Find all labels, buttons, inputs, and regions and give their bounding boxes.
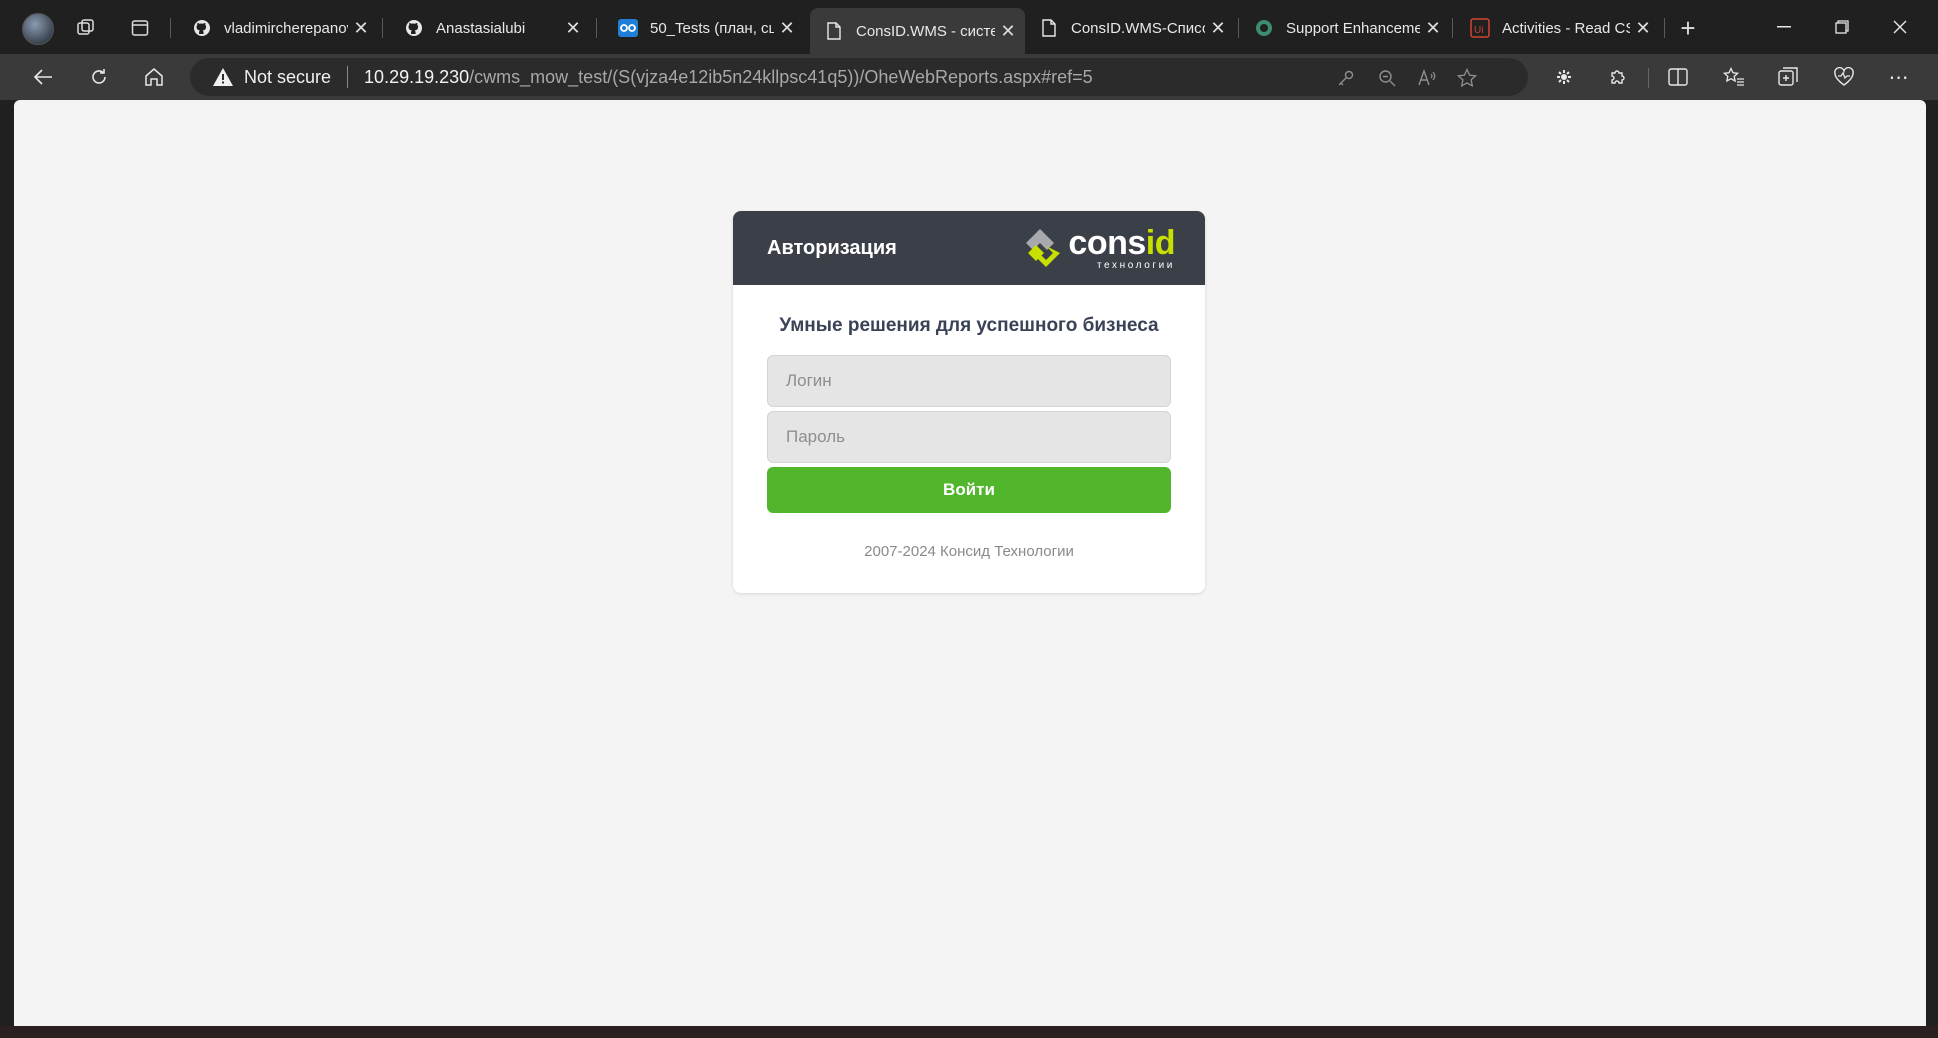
login-header: Авторизация consid технологии — [733, 211, 1205, 285]
consid-logo-mark-icon — [1026, 229, 1061, 267]
slogan: Умные решения для успешного бизнеса — [779, 315, 1159, 336]
github-icon — [192, 18, 212, 38]
close-tab-icon[interactable]: ✕ — [1205, 18, 1231, 39]
close-window-icon[interactable] — [1880, 12, 1920, 42]
tab-support-enhancement[interactable]: Support Enhancement ✕ — [1240, 10, 1450, 46]
browser-toolbar: Not secure 10.29.19.230/cwms_mow_test/(S… — [0, 54, 1938, 100]
close-tab-icon[interactable]: ✕ — [560, 18, 586, 39]
login-button[interactable]: Войти — [767, 467, 1171, 513]
minimize-icon[interactable] — [1764, 12, 1804, 42]
home-icon[interactable] — [139, 62, 169, 92]
gear-icon[interactable] — [1549, 62, 1579, 92]
tab-title: 50_Tests (план, сценарии) — [650, 19, 774, 37]
tab-title: Anastasialubi — [436, 19, 526, 37]
github-icon — [404, 18, 424, 38]
logo-subtitle: технологии — [1096, 259, 1175, 271]
support-icon — [1254, 18, 1274, 38]
close-tab-icon[interactable]: ✕ — [348, 18, 374, 39]
login-card: Авторизация consid технологии Умные реше… — [733, 211, 1205, 593]
password-field[interactable] — [767, 411, 1171, 463]
url-host: 10.29.19.230 — [364, 66, 470, 87]
read-aloud-icon[interactable] — [1415, 66, 1439, 90]
url-text[interactable]: 10.29.19.230/cwms_mow_test/(S(vjza4e12ib… — [364, 67, 1093, 88]
tab-anastasialubi[interactable]: Anastasialubi ✕ — [390, 10, 590, 46]
close-tab-icon[interactable]: ✕ — [1420, 18, 1446, 39]
tab-activities-read-csv[interactable]: Ui Activities - Read CSV ✕ — [1456, 10, 1660, 46]
favorites-icon[interactable] — [1719, 62, 1749, 92]
back-icon[interactable] — [28, 62, 58, 92]
url-path: /cwms_mow_test/(S(vjza4e12ib5n24kllpsc41… — [469, 66, 1093, 87]
login-title: Авторизация — [767, 236, 897, 259]
close-tab-icon[interactable]: ✕ — [1630, 18, 1656, 39]
consid-logo: consid технологии — [1024, 223, 1176, 271]
split-screen-icon[interactable] — [1663, 62, 1693, 92]
tab-vladimircherepanov[interactable]: vladimircherepanov ✕ — [178, 10, 378, 46]
logo-wordmark: consid — [1068, 223, 1175, 262]
copyright-text: 2007-2024 Консид Технологии — [864, 543, 1074, 560]
tab-title: Support Enhancement — [1286, 19, 1420, 37]
browser-essentials-icon[interactable] — [1829, 62, 1859, 92]
key-icon[interactable] — [1334, 66, 1358, 90]
more-menu-icon[interactable]: ⋯ — [1884, 62, 1914, 92]
page-icon — [1039, 18, 1059, 38]
profile-avatar[interactable] — [22, 13, 54, 45]
page-viewport: Авторизация consid технологии Умные реше… — [14, 100, 1926, 1026]
extensions-icon[interactable] — [1603, 62, 1633, 92]
address-bar[interactable]: Not secure 10.29.19.230/cwms_mow_test/(S… — [190, 58, 1528, 96]
restore-icon[interactable] — [1822, 12, 1862, 42]
workspaces-icon[interactable] — [72, 14, 100, 42]
refresh-icon[interactable] — [84, 62, 114, 92]
confluence-icon — [618, 18, 638, 38]
warning-icon[interactable] — [212, 66, 234, 88]
collections-icon[interactable] — [1774, 62, 1804, 92]
page-icon — [824, 21, 844, 41]
zoom-out-icon[interactable] — [1375, 66, 1399, 90]
tab-title: Activities - Read CSV — [1502, 19, 1630, 37]
close-tab-icon[interactable]: ✕ — [995, 21, 1021, 42]
uipath-icon: Ui — [1470, 18, 1490, 38]
taskbar-edge — [0, 1026, 1938, 1038]
tab-50-tests[interactable]: 50_Tests (план, сценарии) ✕ — [604, 10, 804, 46]
tab-title: ConsID.WMS-Список — [1071, 19, 1205, 37]
close-tab-icon[interactable]: ✕ — [774, 18, 800, 39]
favorite-star-icon[interactable] — [1455, 66, 1479, 90]
login-field[interactable] — [767, 355, 1171, 407]
tab-consid-wms-active[interactable]: ConsID.WMS - система ✕ — [810, 8, 1025, 54]
not-secure-label[interactable]: Not secure — [244, 67, 331, 88]
tab-actions-icon[interactable] — [126, 14, 154, 42]
new-tab-icon[interactable]: + — [1674, 13, 1702, 43]
tab-title: vladimircherepanov — [224, 19, 348, 37]
tab-consid-wms-list[interactable]: ConsID.WMS-Список ✕ — [1025, 10, 1235, 46]
browser-tabstrip: vladimircherepanov ✕ Anastasialubi ✕ 50_… — [0, 0, 1938, 54]
svg-text:Ui: Ui — [1474, 25, 1483, 36]
tab-title: ConsID.WMS - система — [856, 22, 995, 40]
